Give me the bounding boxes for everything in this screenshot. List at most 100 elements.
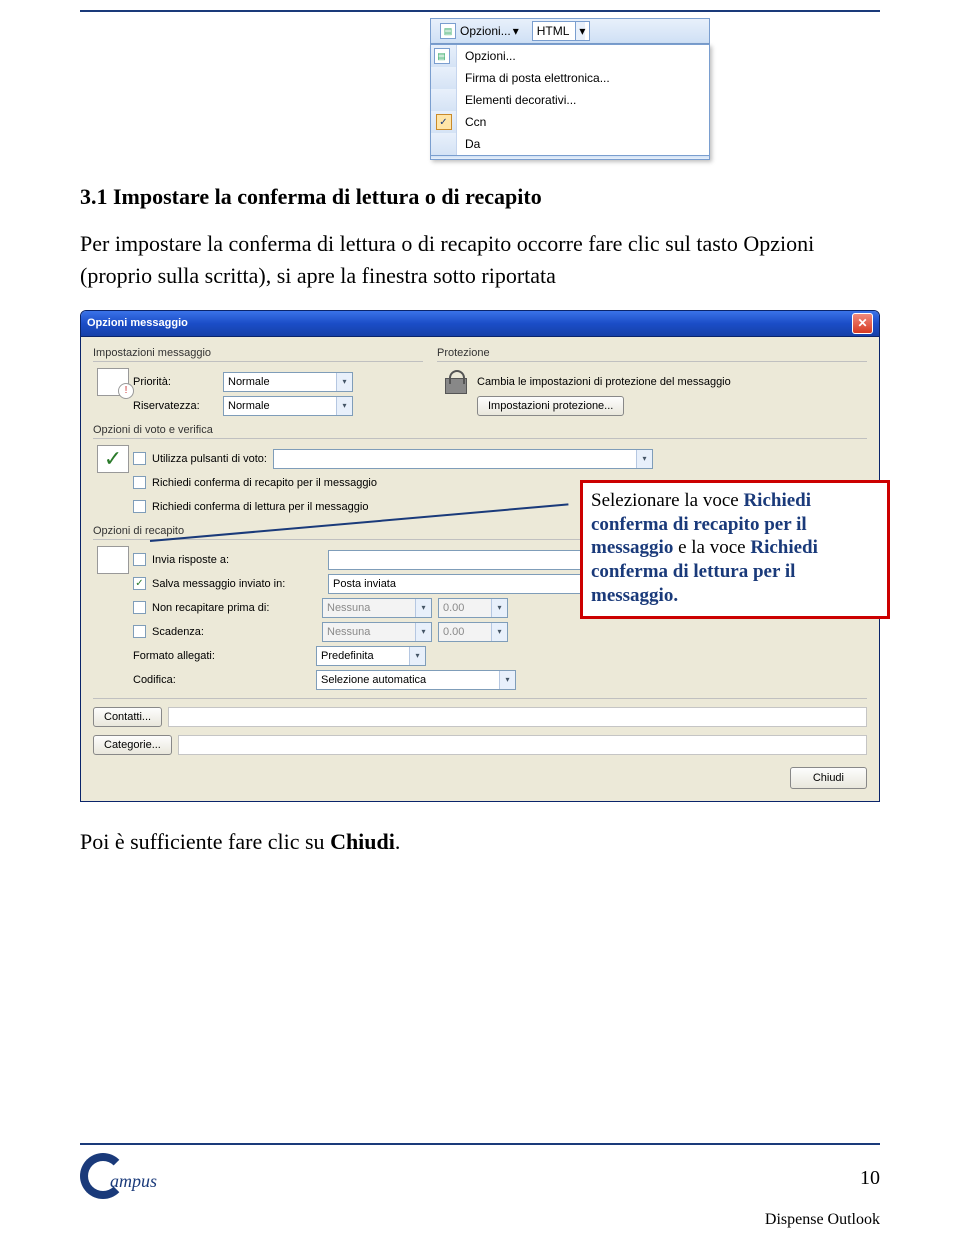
replyto-checkbox[interactable] — [133, 553, 146, 566]
attach-format-label: Formato allegati: — [133, 650, 316, 662]
attach-format-select[interactable]: Predefinita ▾ — [316, 646, 426, 666]
options-toolbar-button[interactable]: ▤ Opzioni... ▾ — [433, 20, 528, 42]
page-top-rule — [80, 10, 880, 12]
confidential-select[interactable]: Normale ▾ — [223, 396, 353, 416]
options-icon: ▤ — [434, 48, 450, 64]
menu-grip — [431, 155, 709, 159]
chevron-down-icon[interactable]: ▾ — [336, 397, 352, 415]
expire-date-select[interactable]: Nessuna ▾ — [322, 622, 432, 642]
menu-label: Firma di posta elettronica... — [457, 71, 709, 85]
expire-label: Scadenza: — [152, 626, 322, 638]
menu-item-decorativi[interactable]: Elementi decorativi... — [431, 89, 709, 111]
footer-text: Dispense Outlook — [765, 1211, 880, 1229]
options-dropdown-menu: ▤ Opzioni... Firma di posta elettronica.… — [430, 44, 710, 160]
read-confirm-checkbox[interactable] — [133, 500, 146, 513]
chevron-down-icon[interactable]: ▾ — [409, 647, 425, 665]
attach-format-value: Predefinita — [321, 650, 374, 662]
expire-time-select[interactable]: 0.00 ▾ — [438, 622, 508, 642]
expire-time-value: 0.00 — [443, 626, 464, 638]
contacts-button[interactable]: Contatti... — [93, 707, 162, 727]
menu-label: Da — [457, 137, 709, 151]
save-sent-value: Posta inviata — [333, 578, 396, 590]
options-button-label: Opzioni... — [460, 24, 511, 38]
chevron-down-icon[interactable]: ▾ — [415, 623, 431, 641]
replyto-label: Invia risposte a: — [152, 554, 322, 566]
protection-text: Cambia le impostazioni di protezione del… — [477, 376, 731, 388]
priority-select[interactable]: Normale ▾ — [223, 372, 353, 392]
menu-label: Elementi decorativi... — [457, 93, 709, 107]
chevron-down-icon[interactable]: ▾ — [491, 623, 507, 641]
check-icon: ✓ — [436, 114, 452, 130]
body-paragraph: Per impostare la conferma di lettura o d… — [80, 228, 880, 292]
encoding-value: Selezione automatica — [321, 674, 426, 686]
menu-item-firma[interactable]: Firma di posta elettronica... — [431, 67, 709, 89]
verify-icon: ✓ — [97, 445, 129, 473]
defer-time-select[interactable]: 0.00 ▾ — [438, 598, 508, 618]
footer-rule — [80, 1143, 880, 1145]
chevron-down-icon[interactable]: ▾ — [499, 671, 515, 689]
confidential-label: Riservatezza: — [133, 400, 223, 412]
menu-label: Opzioni... — [457, 49, 709, 63]
campus-logo: ampus — [80, 1153, 150, 1203]
read-confirm-label: Richiedi conferma di lettura per il mess… — [152, 501, 368, 513]
menu-item-ccn[interactable]: ✓ Ccn — [431, 111, 709, 133]
defer-date-value: Nessuna — [327, 602, 370, 614]
vote-buttons-checkbox[interactable] — [133, 452, 146, 465]
divider — [93, 698, 867, 699]
defer-date-select[interactable]: Nessuna ▾ — [322, 598, 432, 618]
group-protection-title: Protezione — [437, 347, 867, 359]
group-settings-title: Impostazioni messaggio — [93, 347, 423, 359]
close-button[interactable]: Chiudi — [790, 767, 867, 789]
defer-time-value: 0.00 — [443, 602, 464, 614]
chevron-down-icon[interactable]: ▾ — [511, 24, 521, 38]
dialog-title: Opzioni messaggio — [87, 317, 188, 329]
receipt-confirm-label: Richiedi conferma di recapito per il mes… — [152, 477, 377, 489]
callout-text: e la voce — [673, 537, 750, 558]
group-vote-title: Opzioni di voto e verifica — [93, 424, 867, 436]
receipt-confirm-checkbox[interactable] — [133, 476, 146, 489]
encoding-select[interactable]: Selezione automatica ▾ — [316, 670, 516, 690]
vote-buttons-label: Utilizza pulsanti di voto: — [152, 453, 267, 465]
save-sent-checkbox[interactable]: ✓ — [133, 577, 146, 590]
save-sent-label: Salva messaggio inviato in: — [152, 578, 322, 590]
defer-label: Non recapitare prima di: — [152, 602, 322, 614]
encoding-label: Codifica: — [133, 674, 316, 686]
logo-text: ampus — [110, 1171, 157, 1192]
close-icon[interactable]: ✕ — [852, 313, 873, 334]
chevron-down-icon[interactable]: ▾ — [575, 22, 585, 40]
priority-value: Normale — [228, 376, 270, 388]
protection-settings-button[interactable]: Impostazioni protezione... — [477, 396, 624, 416]
toolbar-options-screenshot: ▤ Opzioni... ▾ HTML ▾ ▤ Opzioni... Firma… — [430, 18, 710, 160]
menu-item-da[interactable]: Da — [431, 133, 709, 155]
options-icon: ▤ — [440, 23, 456, 39]
after-dialog-end: . — [395, 829, 401, 854]
dialog-titlebar: Opzioni messaggio ✕ — [81, 311, 879, 337]
replyto-input[interactable] — [328, 550, 608, 570]
after-dialog-text: Poi è sufficiente fare clic su — [80, 829, 330, 854]
categories-button[interactable]: Categorie... — [93, 735, 172, 755]
expire-checkbox[interactable] — [133, 625, 146, 638]
envelope-priority-icon — [97, 368, 129, 396]
chevron-down-icon[interactable]: ▾ — [636, 450, 652, 468]
vote-buttons-select[interactable]: ▾ — [273, 449, 653, 469]
chevron-down-icon[interactable]: ▾ — [415, 599, 431, 617]
priority-label: Priorità: — [133, 376, 223, 388]
after-dialog-paragraph: Poi è sufficiente fare clic su Chiudi. — [80, 826, 880, 858]
contacts-input[interactable] — [168, 707, 867, 727]
categories-input[interactable] — [178, 735, 867, 755]
page-number: 10 — [860, 1167, 880, 1190]
chevron-down-icon[interactable]: ▾ — [336, 373, 352, 391]
instruction-callout: Selezionare la voce Richiedi conferma di… — [580, 480, 890, 619]
section-heading: 3.1 Impostare la conferma di lettura o d… — [80, 184, 880, 210]
confidential-value: Normale — [228, 400, 270, 412]
callout-text: Selezionare la voce — [591, 490, 743, 511]
defer-checkbox[interactable] — [133, 601, 146, 614]
chevron-down-icon[interactable]: ▾ — [491, 599, 507, 617]
format-select[interactable]: HTML ▾ — [532, 21, 591, 41]
menu-item-opzioni[interactable]: ▤ Opzioni... — [431, 45, 709, 67]
save-sent-select[interactable]: Posta inviata — [328, 574, 608, 594]
lock-icon — [441, 368, 473, 396]
format-select-value: HTML — [537, 24, 570, 38]
delivery-icon — [97, 546, 129, 574]
after-dialog-bold: Chiudi — [330, 829, 395, 854]
